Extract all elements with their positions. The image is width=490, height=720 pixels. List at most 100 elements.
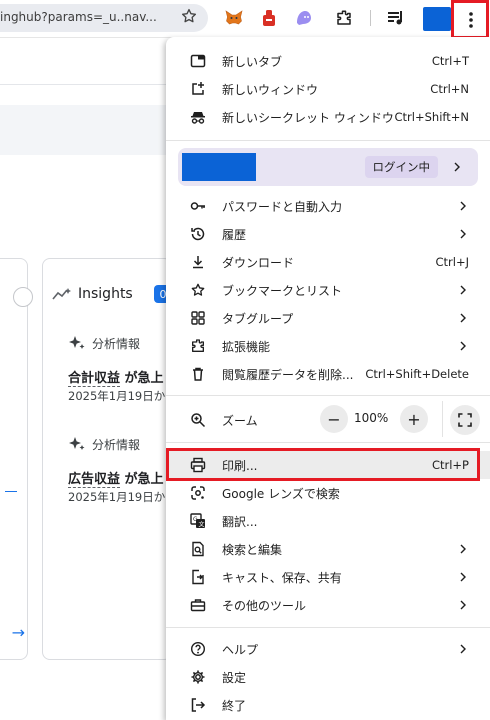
insight-metric[interactable]: 合計収益 xyxy=(68,371,121,387)
page-header-band xyxy=(0,105,170,155)
chrome-menu-button[interactable] xyxy=(454,2,488,38)
menu-item-label: 印刷... xyxy=(222,458,258,473)
menu-item-label: 設定 xyxy=(222,670,247,685)
chevron-right-icon xyxy=(460,600,466,610)
chevron-right-icon xyxy=(454,162,460,172)
profile-avatar xyxy=(182,153,256,181)
menu-separator xyxy=(166,395,490,396)
menu-item-tab-groups[interactable]: タブグループ xyxy=(166,304,490,332)
menu-item-label: タブグループ xyxy=(222,311,294,326)
insight-headline-rest: が急上 xyxy=(120,472,164,487)
google-lens-icon xyxy=(190,485,206,501)
menu-item-passwords[interactable]: パスワードと自動入力 xyxy=(166,192,490,220)
insight-headline-rest: が急上 xyxy=(120,371,164,386)
fullscreen-icon xyxy=(458,413,472,427)
tab-groups-icon xyxy=(190,310,206,326)
red-extension-icon[interactable] xyxy=(259,8,279,28)
menu-item-downloads[interactable]: ダウンロード Ctrl+J xyxy=(166,248,490,276)
menu-item-google-lens[interactable]: Google レンズで検索 xyxy=(166,479,490,507)
menu-item-label: 新しいシークレット ウィンドウ xyxy=(222,110,394,125)
insight-label-row: 分析情報 xyxy=(68,435,140,453)
menu-item-print[interactable]: 印刷... Ctrl+P xyxy=(166,451,490,479)
find-page-icon xyxy=(190,541,206,557)
chevron-right-icon xyxy=(460,285,466,295)
trash-icon xyxy=(190,366,206,382)
cast-save-icon xyxy=(190,569,206,585)
menu-item-new-window[interactable]: 新しいウィンドウ Ctrl+N xyxy=(166,75,490,103)
menu-profile-row[interactable]: ログイン中 xyxy=(178,148,478,186)
insights-title: Insights xyxy=(78,286,133,302)
toolbar-divider xyxy=(370,10,371,26)
chevron-right-icon xyxy=(460,341,466,351)
gear-icon xyxy=(190,669,206,685)
card-link[interactable] xyxy=(5,491,17,492)
menu-item-find-edit[interactable]: 検索と編集 xyxy=(166,535,490,563)
svg-text:G: G xyxy=(193,516,198,523)
chevron-right-icon xyxy=(460,229,466,239)
menu-item-more-tools[interactable]: その他のツール xyxy=(166,591,490,619)
page-divider xyxy=(0,84,170,85)
menu-item-history[interactable]: 履歴 xyxy=(166,220,490,248)
menu-item-label: Google レンズで検索 xyxy=(222,486,340,501)
chevron-right-icon xyxy=(460,201,466,211)
menu-item-clear-browsing-data[interactable]: 閲覧履歴データを削除... Ctrl+Shift+Delete xyxy=(166,360,490,388)
menu-item-label: ダウンロード xyxy=(222,255,295,270)
menu-item-label: 終了 xyxy=(222,698,247,713)
incognito-icon xyxy=(190,109,206,125)
star-icon xyxy=(190,282,206,298)
menu-item-new-tab[interactable]: 新しいタブ Ctrl+T xyxy=(166,47,490,75)
menu-item-cast-save-share[interactable]: キャスト、保存、共有 xyxy=(166,563,490,591)
zoom-out-button[interactable]: − xyxy=(320,405,348,433)
fullscreen-button[interactable] xyxy=(450,405,480,435)
menu-item-label: 閲覧履歴データを削除... xyxy=(222,367,354,382)
menu-item-label: 翻訳... xyxy=(222,514,258,529)
menu-item-exit[interactable]: 終了 xyxy=(166,691,490,719)
extensions-puzzle-icon xyxy=(190,338,206,354)
new-tab-icon xyxy=(190,53,206,69)
exit-icon xyxy=(190,697,206,713)
zoom-level: 100% xyxy=(354,411,389,425)
insight-label: 分析情報 xyxy=(92,336,141,351)
chevron-right-icon xyxy=(460,572,466,582)
bookmark-star-icon[interactable] xyxy=(180,7,198,25)
metamask-extension-icon[interactable] xyxy=(224,8,244,28)
download-icon xyxy=(190,254,206,270)
chrome-menu-icon[interactable] xyxy=(468,11,474,29)
arrow-right-icon[interactable]: → xyxy=(12,623,25,642)
menu-item-settings[interactable]: 設定 xyxy=(166,663,490,691)
menu-item-label: 新しいタブ xyxy=(222,54,283,69)
menu-item-shortcut: Ctrl+N xyxy=(430,82,469,96)
address-bar[interactable]: inghub?params=_u..nav... xyxy=(0,4,208,32)
chevron-right-icon xyxy=(460,644,466,654)
menu-item-shortcut: Ctrl+Shift+Delete xyxy=(365,367,469,381)
print-icon xyxy=(190,457,206,473)
insight-metric[interactable]: 広告収益 xyxy=(68,472,121,488)
card-control-icon[interactable] xyxy=(13,287,33,307)
insight-date: 2025年1月19日か xyxy=(68,389,166,403)
insights-header: Insights xyxy=(52,286,133,302)
zoom-divider xyxy=(442,401,443,437)
menu-separator xyxy=(166,140,490,141)
menu-item-label: 履歴 xyxy=(222,227,247,242)
ghost-extension-icon[interactable] xyxy=(294,8,314,28)
menu-item-label: その他のツール xyxy=(222,598,307,613)
media-controls-icon[interactable] xyxy=(386,8,406,28)
menu-item-label: 拡張機能 xyxy=(222,339,271,354)
insight-date: 2025年1月19日か xyxy=(68,490,166,504)
menu-item-translate[interactable]: G文 翻訳... xyxy=(166,507,490,535)
menu-item-extensions[interactable]: 拡張機能 xyxy=(166,332,490,360)
key-icon xyxy=(190,198,206,214)
profile-avatar[interactable] xyxy=(423,7,451,31)
menu-item-help[interactable]: ヘルプ xyxy=(166,635,490,663)
chevron-right-icon xyxy=(460,544,466,554)
menu-item-shortcut: Ctrl+J xyxy=(435,255,470,269)
insights-card xyxy=(42,258,172,660)
address-bar-url[interactable]: inghub?params=_u..nav... xyxy=(0,10,157,24)
insight-label-row: 分析情報 xyxy=(68,334,140,352)
zoom-in-button[interactable]: + xyxy=(400,405,428,433)
menu-item-bookmarks[interactable]: ブックマークとリスト xyxy=(166,276,490,304)
new-window-icon xyxy=(190,81,206,97)
menu-item-shortcut: Ctrl+T xyxy=(431,54,469,68)
menu-item-incognito[interactable]: 新しいシークレット ウィンドウ Ctrl+Shift+N xyxy=(166,103,490,131)
extensions-puzzle-icon[interactable] xyxy=(334,8,354,28)
